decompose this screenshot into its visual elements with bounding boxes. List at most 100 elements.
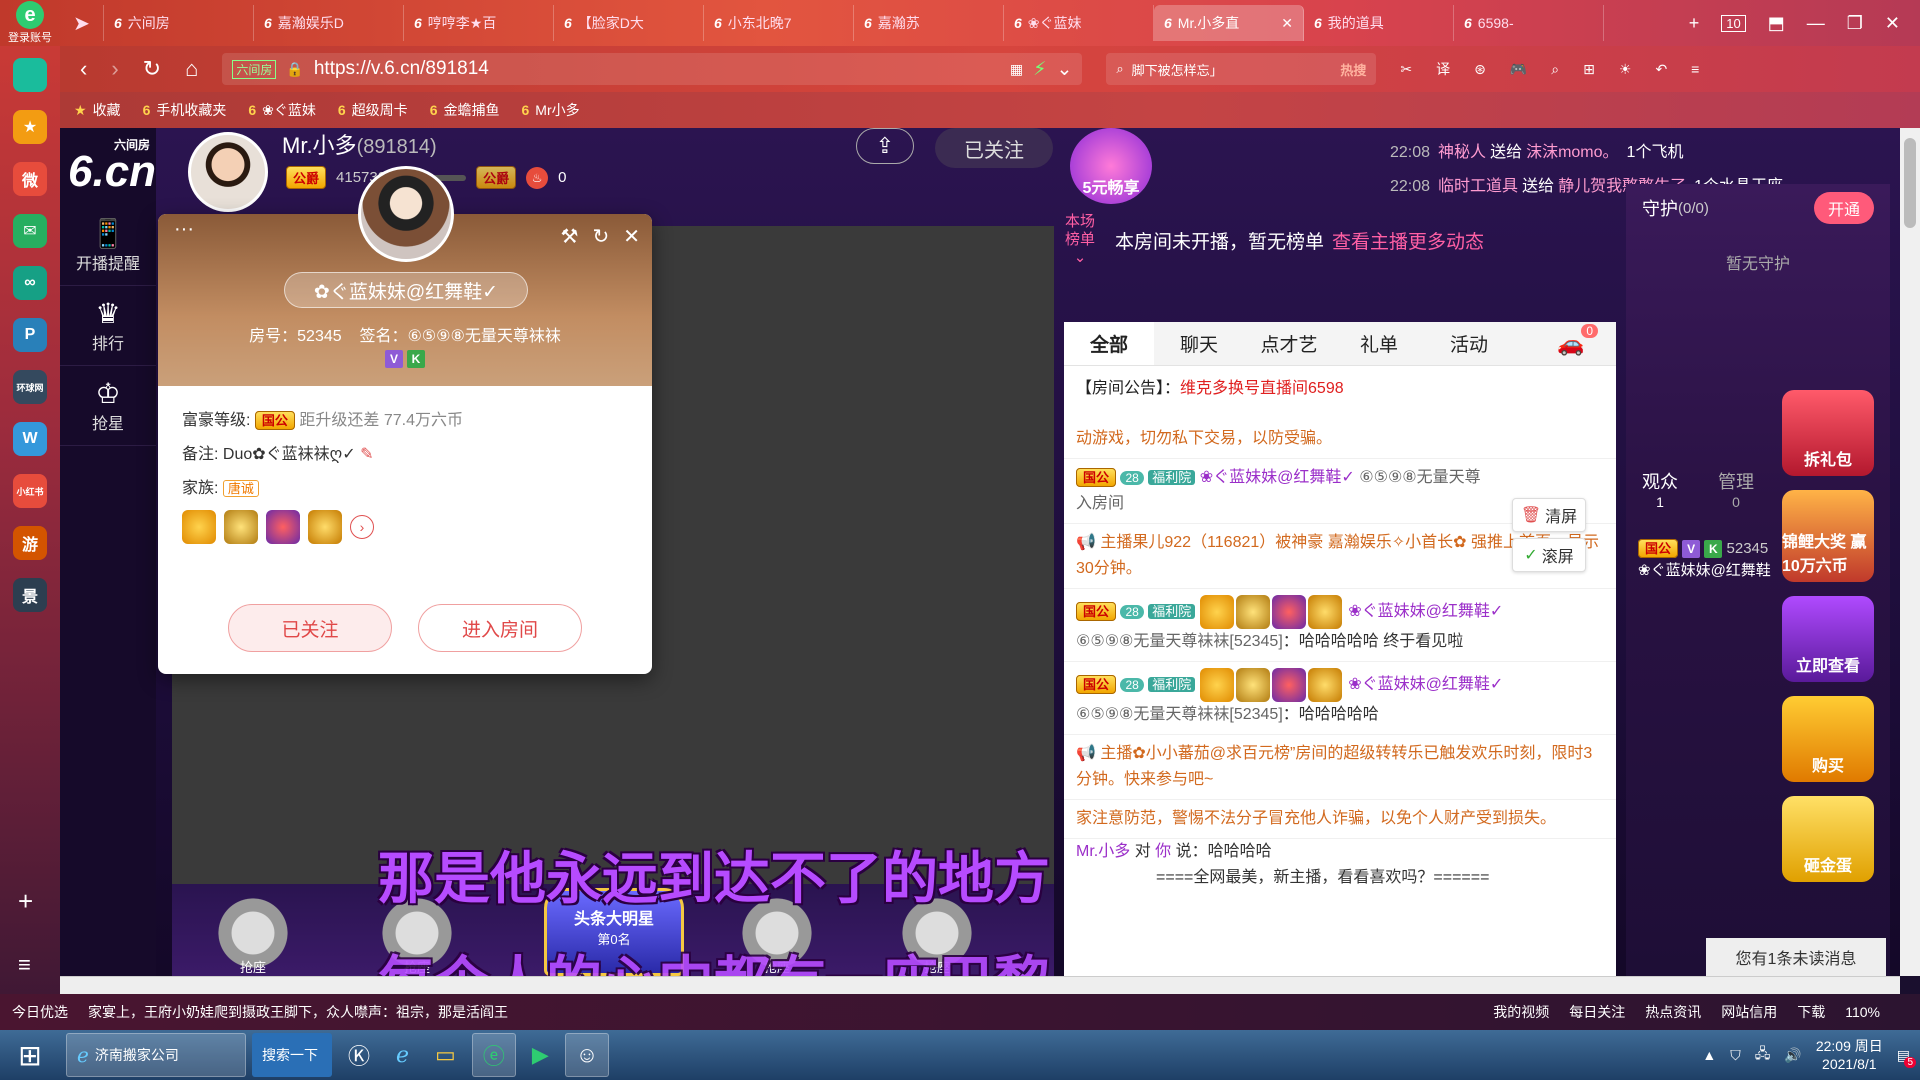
- msg1-user[interactable]: ❀ぐ蓝妹妹@红舞鞋✓: [1348, 603, 1503, 620]
- brightness-icon[interactable]: ☀: [1619, 61, 1632, 78]
- promo-banner-2[interactable]: 立即查看: [1782, 596, 1874, 682]
- bookmark-item[interactable]: 6 ❀ぐ蓝妹: [248, 100, 316, 120]
- task-avatar-app[interactable]: ☺: [564, 1033, 610, 1077]
- chevron-right-icon[interactable]: ›: [350, 515, 374, 539]
- shield-icon[interactable]: ⛉: [1730, 1047, 1741, 1064]
- sidebar-app-icon[interactable]: P: [13, 318, 47, 352]
- status-item-1[interactable]: 家宴上，王府小奶娃爬到摄政王脚下，众人噤声：祖宗，那是活阎王: [88, 1002, 508, 1022]
- start-button[interactable]: ⊞: [0, 1033, 60, 1077]
- sidebar-app-icon[interactable]: ★: [13, 110, 47, 144]
- refresh-icon[interactable]: ↻: [143, 56, 161, 82]
- status-item-6[interactable]: 下载: [1797, 1002, 1825, 1022]
- gift-user[interactable]: 临时工道具: [1438, 178, 1518, 195]
- sidebar-app-icon[interactable]: ∞: [13, 266, 47, 300]
- url-field[interactable]: 六间房 🔒 https://v.6.cn/891814 ▦ ⚡ ⌄: [222, 53, 1083, 85]
- promo-banner-1[interactable]: 锦鲤大奖 赢10万六币: [1782, 490, 1874, 582]
- promo-banner-4[interactable]: 砸金蛋: [1782, 796, 1874, 882]
- gamepad-icon[interactable]: 🎮: [1510, 61, 1527, 78]
- task-item-0[interactable]: ℯ 济南搬家公司: [66, 1033, 246, 1077]
- sidebar-list-icon[interactable]: ≡: [18, 952, 31, 978]
- tab-pin[interactable]: ➤: [60, 5, 104, 41]
- bookmark-item[interactable]: ★ 收藏: [74, 100, 121, 120]
- task-item-1[interactable]: 搜索一下: [252, 1033, 332, 1077]
- new-tab-icon[interactable]: +: [1689, 13, 1700, 34]
- bookmark-item[interactable]: 6 超级周卡: [338, 100, 408, 120]
- chat-tab-0[interactable]: 全部: [1064, 322, 1154, 365]
- pm-user[interactable]: Mr.小多: [1076, 843, 1130, 860]
- clock[interactable]: 22:09 周日 2021/8/1: [1816, 1037, 1883, 1073]
- search-input[interactable]: ⌕ 脚下被怎样忘」 热搜: [1106, 53, 1377, 85]
- tab-admin[interactable]: 管理 0: [1718, 468, 1754, 510]
- tab-7[interactable]: 6 Mr.小多直 ✕: [1154, 5, 1304, 41]
- chat-tab-1[interactable]: 聊天: [1154, 322, 1244, 365]
- forward-icon[interactable]: ›: [111, 56, 118, 82]
- tray-arrow-icon[interactable]: ▲: [1702, 1047, 1716, 1063]
- network-icon[interactable]: 🖧: [1755, 1043, 1771, 1067]
- tab-3[interactable]: 6 【脸家D大: [554, 5, 704, 41]
- scissors-icon[interactable]: ✂: [1400, 61, 1412, 78]
- bookmark-item[interactable]: 6 金蟾捕鱼: [430, 100, 500, 120]
- page-vertical-scrollbar[interactable]: [1900, 128, 1920, 976]
- chevron-down-icon[interactable]: ⌄: [1056, 58, 1072, 81]
- task-browser[interactable]: ⓔ: [471, 1033, 516, 1077]
- sidebar-app-icon[interactable]: 游: [13, 526, 47, 560]
- msg-user[interactable]: ❀ぐ蓝妹妹@红舞鞋✓: [1200, 469, 1355, 486]
- restore-icon[interactable]: ❐: [1847, 13, 1863, 34]
- more-icon[interactable]: ···: [174, 218, 194, 241]
- tab-1[interactable]: 6 嘉瀚娱乐D: [254, 5, 404, 41]
- volume-icon[interactable]: 🔊: [1784, 1047, 1801, 1064]
- chat-tab-2[interactable]: 点才艺: [1244, 322, 1334, 365]
- chat-tab-4[interactable]: 活动: [1424, 322, 1514, 365]
- status-item-3[interactable]: 每日关注: [1569, 1002, 1625, 1022]
- tab-8[interactable]: 6 我的道具: [1304, 5, 1454, 41]
- sidebar-add-icon[interactable]: +: [18, 886, 33, 917]
- grid-icon[interactable]: ▦: [1010, 61, 1023, 78]
- site-nav-item-1[interactable]: ♛ 排行: [60, 286, 156, 366]
- gift-user[interactable]: 神秘人: [1438, 144, 1486, 161]
- tab-6[interactable]: 6 ❀ぐ蓝妹: [1004, 5, 1154, 41]
- promo-5yuan[interactable]: 5元畅享: [1070, 128, 1152, 204]
- status-item-4[interactable]: 热点资讯: [1645, 1002, 1701, 1022]
- bolt-icon[interactable]: ⚡: [1033, 58, 1046, 81]
- promo-banner-3[interactable]: 购买: [1782, 696, 1874, 782]
- sidebar-app-icon[interactable]: 景: [13, 578, 47, 612]
- undo-icon[interactable]: ↶: [1655, 61, 1667, 78]
- minimize-icon[interactable]: —: [1807, 13, 1825, 34]
- browser-login[interactable]: e 登录账号: [0, 0, 60, 46]
- status-item-5[interactable]: 网站信用: [1721, 1002, 1777, 1022]
- sidebar-app-icon[interactable]: [13, 58, 47, 92]
- status-item-2[interactable]: 我的视频: [1493, 1002, 1549, 1022]
- task-folder[interactable]: ▭: [425, 1033, 466, 1077]
- menu-icon[interactable]: ≡: [1691, 61, 1699, 77]
- apps-icon[interactable]: ⊞: [1583, 61, 1595, 78]
- chat-tab-3[interactable]: 礼单: [1334, 322, 1424, 365]
- site-nav-item-2[interactable]: ♔ 抢星: [60, 366, 156, 446]
- tab-5[interactable]: 6 嘉瀚苏: [854, 5, 1004, 41]
- task-ie[interactable]: ℯ: [386, 1033, 419, 1077]
- sidebar-app-icon[interactable]: W: [13, 422, 47, 456]
- site-nav-item-0[interactable]: 📱 开播提醒: [60, 206, 156, 286]
- tab-2[interactable]: 6 哼哼李★百: [404, 5, 554, 41]
- coin-icon[interactable]: ⊛: [1474, 61, 1486, 78]
- card-followed-button[interactable]: 已关注: [228, 604, 392, 652]
- gift-target[interactable]: 沫沫momo。: [1526, 144, 1618, 161]
- task-player[interactable]: ▶: [522, 1033, 559, 1077]
- msg2-user[interactable]: ❀ぐ蓝妹妹@红舞鞋✓: [1348, 676, 1503, 693]
- site-logo[interactable]: 六间房 6.cn: [60, 128, 156, 194]
- sidebar-app-icon[interactable]: 小红书: [13, 474, 47, 508]
- guard-open-button[interactable]: 开通: [1813, 192, 1874, 224]
- back-icon[interactable]: ‹: [80, 56, 87, 82]
- follow-button[interactable]: 已关注: [935, 128, 1053, 168]
- translate-icon[interactable]: 译: [1436, 59, 1450, 79]
- tab-count-badge[interactable]: 10: [1721, 14, 1746, 32]
- tab-0[interactable]: 6 六间房: [104, 5, 254, 41]
- car-tab[interactable]: 🚗 0: [1526, 322, 1616, 365]
- home-icon[interactable]: ⌂: [185, 56, 198, 82]
- user-avatar[interactable]: [358, 166, 454, 262]
- card-refresh-icon[interactable]: ↻: [592, 224, 609, 249]
- rank-label[interactable]: 本场 榜单 ⌄: [1065, 213, 1095, 267]
- tab-audience[interactable]: 观众 1: [1642, 468, 1678, 510]
- seat-1[interactable]: 抢座: [208, 890, 298, 976]
- notification-icon[interactable]: ▤ 5: [1897, 1047, 1916, 1068]
- close-window-icon[interactable]: ✕: [1885, 13, 1900, 34]
